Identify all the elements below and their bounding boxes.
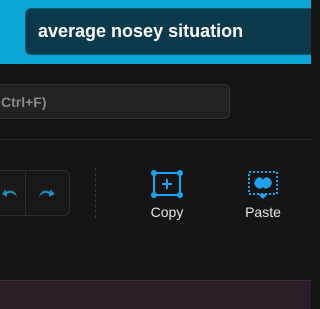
redo-icon[interactable] [35, 181, 59, 205]
header-bar: average nosey situation [0, 0, 311, 64]
copy-label: Copy [150, 204, 184, 220]
undo-redo-separator [25, 171, 26, 215]
copy-button[interactable]: Copy [132, 164, 202, 224]
search-row: Ctrl+F) [0, 64, 311, 140]
search-input[interactable]: Ctrl+F) [0, 84, 230, 119]
project-title-field[interactable]: average nosey situation [25, 8, 311, 55]
bottom-panel [0, 280, 311, 309]
toolbar-separator [95, 168, 96, 218]
copy-selection-icon [149, 168, 185, 207]
undo-icon[interactable] [0, 181, 23, 205]
paste-icon [245, 168, 281, 207]
app-window: average nosey situation Ctrl+F) Copy Pas… [0, 0, 311, 309]
project-title: average nosey situation [38, 21, 244, 41]
toolbar: Copy Paste [0, 140, 311, 280]
undo-redo-group [0, 170, 70, 216]
search-placeholder: Ctrl+F) [1, 94, 47, 110]
paste-button[interactable]: Paste [228, 164, 298, 224]
paste-label: Paste [245, 204, 281, 220]
